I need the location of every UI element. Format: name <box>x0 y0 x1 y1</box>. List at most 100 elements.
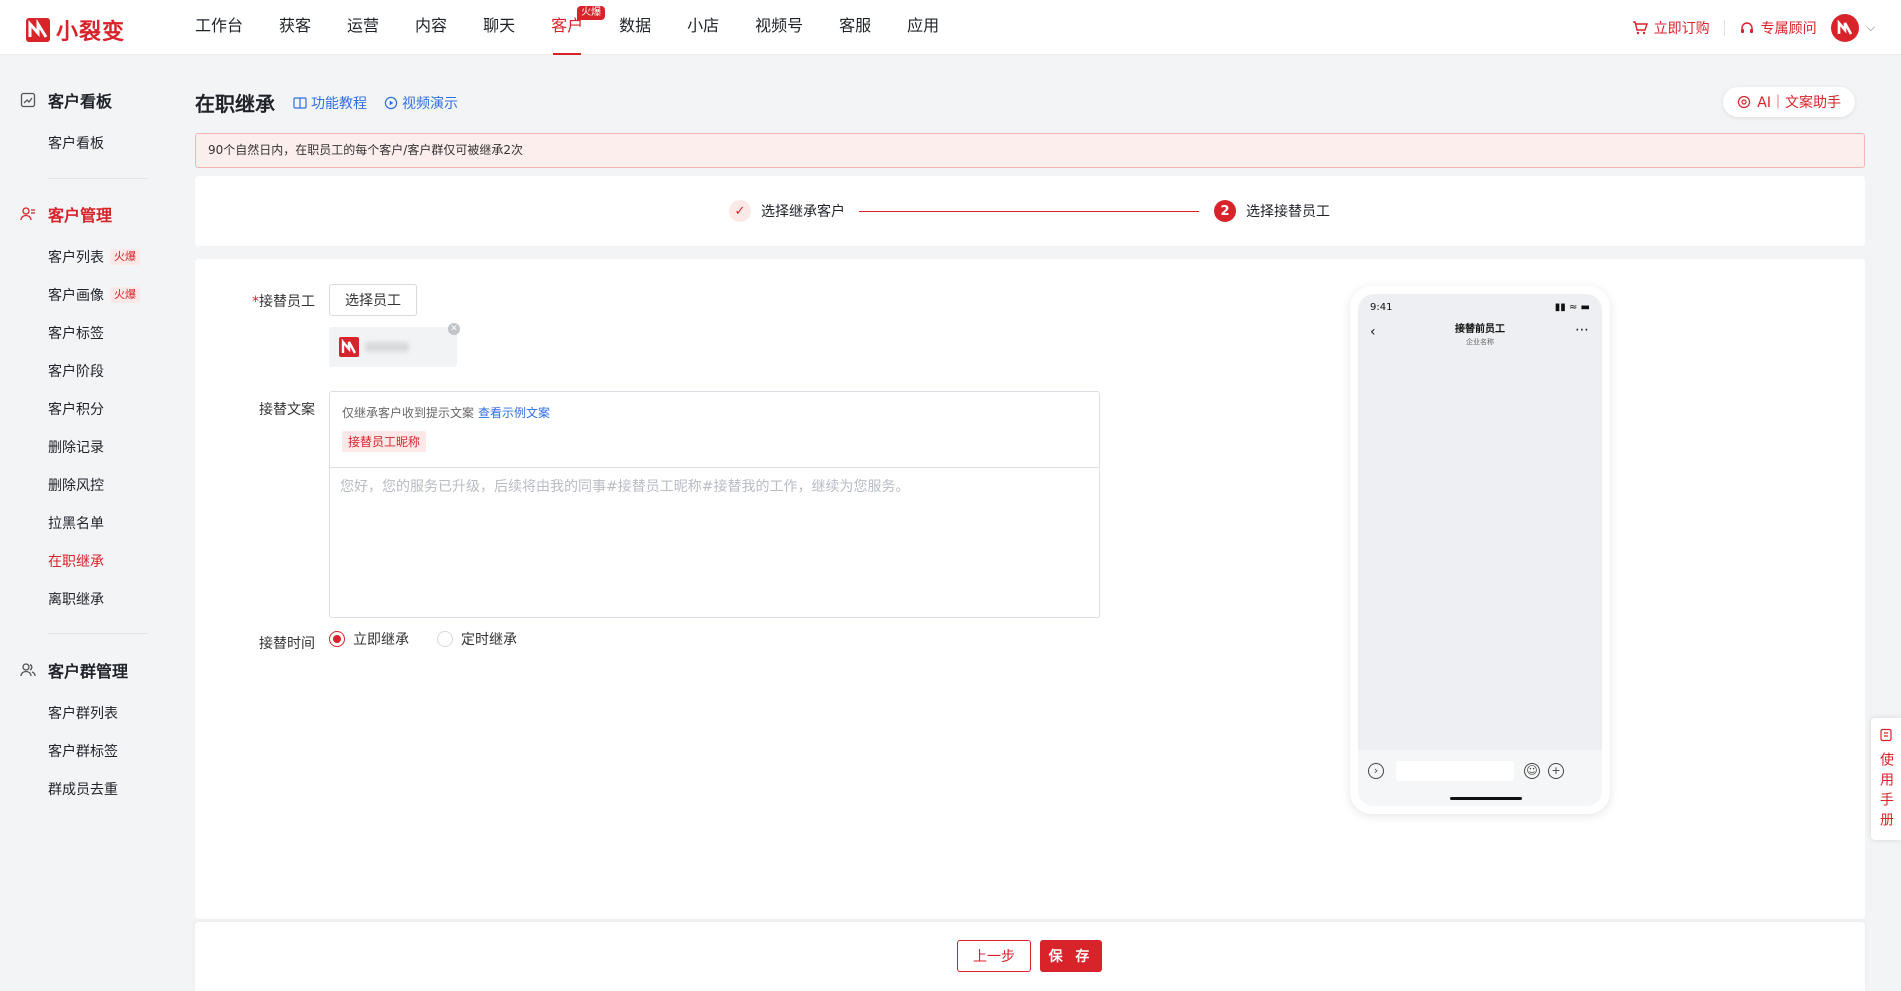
nav-item-content[interactable]: 内容 <box>415 0 447 55</box>
nav-item-service[interactable]: 客服 <box>839 0 871 55</box>
sidebar-item-active-inherit[interactable]: 在职继承 <box>48 551 104 571</box>
employee-label: *接替员工 <box>252 294 315 310</box>
top-navbar: 小裂变 工作台 获客 运营 内容 聊天 客户 火爆 数据 小店 视频号 客服 应… <box>0 0 1901 55</box>
step-select-customers: ✓ 选择继承客户 <box>729 200 845 222</box>
sidebar-item-customer-stage[interactable]: 客户阶段 <box>48 361 104 381</box>
manual-icon <box>1880 728 1892 742</box>
top-right-actions: 立即订购 专属顾问 ⌵ <box>1632 0 1875 55</box>
user-manage-icon <box>20 207 35 221</box>
headset-icon <box>1740 21 1753 33</box>
sidebar-item-delete-records[interactable]: 删除记录 <box>48 437 104 457</box>
group-icon <box>20 663 36 677</box>
select-employee-button[interactable]: 选择员工 <box>329 284 417 316</box>
ai-icon <box>1738 95 1751 109</box>
phone-input-bar: › ☺ + <box>1358 750 1602 806</box>
sidebar-item-group-dedupe[interactable]: 群成员去重 <box>48 779 118 799</box>
logo-icon <box>26 18 50 42</box>
emoji-icon: ☺ <box>1524 763 1540 779</box>
copy-label: 接替文案 <box>259 402 315 418</box>
sidebar-item-group-tags[interactable]: 客户群标签 <box>48 741 118 761</box>
ai-copywriter-button[interactable]: AI｜文案助手 <box>1723 87 1855 117</box>
save-button[interactable]: 保 存 <box>1040 940 1102 972</box>
sidebar-item-customer-tags[interactable]: 客户标签 <box>48 323 104 343</box>
brand-logo[interactable]: 小裂变 <box>26 14 125 46</box>
phone-status-bar: 9:41 ▮▮ ≈ ▬ <box>1370 302 1590 313</box>
nav-item-customer[interactable]: 客户 火爆 <box>551 0 606 55</box>
nav-item-apps[interactable]: 应用 <box>907 0 939 55</box>
radio-immediate[interactable]: 立即继承 <box>329 629 409 649</box>
step-number: 2 <box>1214 200 1236 222</box>
home-indicator <box>1450 797 1522 800</box>
consultant-button[interactable]: 专属顾问 <box>1739 18 1817 38</box>
hot-badge: 火爆 <box>577 6 606 20</box>
nav-item-workbench[interactable]: 工作台 <box>195 0 243 55</box>
copy-editor: 仅继承客户收到提示文案 查看示例文案 接替员工昵称 <box>329 391 1100 618</box>
radio-icon <box>329 631 345 647</box>
form-card: *接替员工 选择员工 ✕ 接替文案 仅继承客户收到提示文案 查看示例文案 接替员工… <box>195 259 1865 919</box>
copy-hint: 仅继承客户收到提示文案 查看示例文案 <box>342 406 551 420</box>
nav-item-operate[interactable]: 运营 <box>347 0 379 55</box>
sidebar-item-blacklist[interactable]: 拉黑名单 <box>48 513 104 533</box>
book-icon <box>293 97 307 109</box>
remove-employee-icon[interactable]: ✕ <box>448 323 460 335</box>
video-demo-link[interactable]: 视频演示 <box>384 93 458 113</box>
prev-step-button[interactable]: 上一步 <box>957 940 1031 972</box>
check-icon: ✓ <box>729 200 751 222</box>
nav-item-chat[interactable]: 聊天 <box>483 0 515 55</box>
user-manual-tab[interactable]: 使用手册 <box>1871 718 1901 840</box>
sidebar-group-dashboard[interactable]: 客户看板 <box>20 88 112 112</box>
signal-battery-icon: ▮▮ ≈ ▬ <box>1554 302 1590 313</box>
cart-icon <box>1632 20 1648 34</box>
sidebar-group-customer-groups[interactable]: 客户群管理 <box>20 658 128 682</box>
page-title: 在职继承 <box>195 92 275 116</box>
hot-badge: 火爆 <box>110 287 140 303</box>
form-footer: 上一步 保 存 <box>195 922 1865 991</box>
plus-icon: + <box>1548 763 1564 779</box>
sidebar-item-customer-profile[interactable]: 客户画像 火爆 <box>48 285 140 305</box>
insert-nickname-variable[interactable]: 接替员工昵称 <box>342 431 427 452</box>
sidebar-item-group-list[interactable]: 客户群列表 <box>48 703 118 723</box>
radio-icon <box>437 631 453 647</box>
steps-card: ✓ 选择继承客户 2 选择接替员工 <box>195 176 1865 246</box>
employee-name-blurred <box>365 342 409 352</box>
view-example-link[interactable]: 查看示例文案 <box>478 406 550 420</box>
nav-item-acquire[interactable]: 获客 <box>279 0 311 55</box>
inherit-time-options: 立即继承 定时继承 <box>329 629 517 649</box>
inherit-limit-notice: 90个自然日内，在职员工的每个客户/客户群仅可被继承2次 <box>195 133 1865 168</box>
sidebar: 客户看板 客户看板 客户管理 客户列表 火爆 客户画像 火爆 客户标签 客户阶段 客… <box>0 56 172 991</box>
employee-avatar <box>339 337 359 357</box>
brand-name: 小裂变 <box>56 20 126 45</box>
hot-badge: 火爆 <box>110 249 140 265</box>
selected-employee-chip <box>329 327 457 367</box>
sidebar-item-customer-board[interactable]: 客户看板 <box>48 133 104 153</box>
order-button[interactable]: 立即订购 <box>1632 18 1710 38</box>
dashboard-icon <box>20 92 36 108</box>
copy-editor-toolbar: 仅继承客户收到提示文案 查看示例文案 接替员工昵称 <box>330 392 1099 468</box>
nav-item-shop[interactable]: 小店 <box>687 0 719 55</box>
copy-textarea[interactable] <box>330 468 1099 616</box>
user-avatar[interactable] <box>1830 13 1859 42</box>
sidebar-item-customer-list[interactable]: 客户列表 火爆 <box>48 247 140 267</box>
play-icon <box>384 96 398 110</box>
phone-preview: 9:41 ▮▮ ≈ ▬ ‹ 接替前员工 企业名称 ⋯ › ☺ + <box>1350 286 1610 814</box>
phone-input-field <box>1396 761 1514 781</box>
sidebar-item-customer-points[interactable]: 客户积分 <box>48 399 104 419</box>
step-connector <box>859 211 1199 212</box>
nav-item-channels[interactable]: 视频号 <box>755 0 803 55</box>
phone-screen: 9:41 ▮▮ ≈ ▬ ‹ 接替前员工 企业名称 ⋯ › ☺ + <box>1358 294 1602 806</box>
tutorial-link[interactable]: 功能教程 <box>293 93 367 113</box>
divider <box>1723 19 1725 36</box>
main-nav: 工作台 获客 运营 内容 聊天 客户 火爆 数据 小店 视频号 客服 应用 <box>195 0 975 55</box>
more-icon: ⋯ <box>1575 322 1590 338</box>
voice-icon: › <box>1368 763 1384 779</box>
sidebar-item-delete-risk[interactable]: 删除风控 <box>48 475 104 495</box>
sidebar-group-customer-manage[interactable]: 客户管理 <box>20 202 112 226</box>
radio-scheduled[interactable]: 定时继承 <box>437 629 517 649</box>
sidebar-divider <box>48 633 148 634</box>
sidebar-divider <box>48 178 148 179</box>
sidebar-item-resigned-inherit[interactable]: 离职继承 <box>48 589 104 609</box>
time-label: 接替时间 <box>259 636 315 652</box>
chevron-down-icon[interactable]: ⌵ <box>1867 21 1875 35</box>
nav-item-data[interactable]: 数据 <box>619 0 651 55</box>
step-select-replacement: 2 选择接替员工 <box>1214 200 1330 222</box>
